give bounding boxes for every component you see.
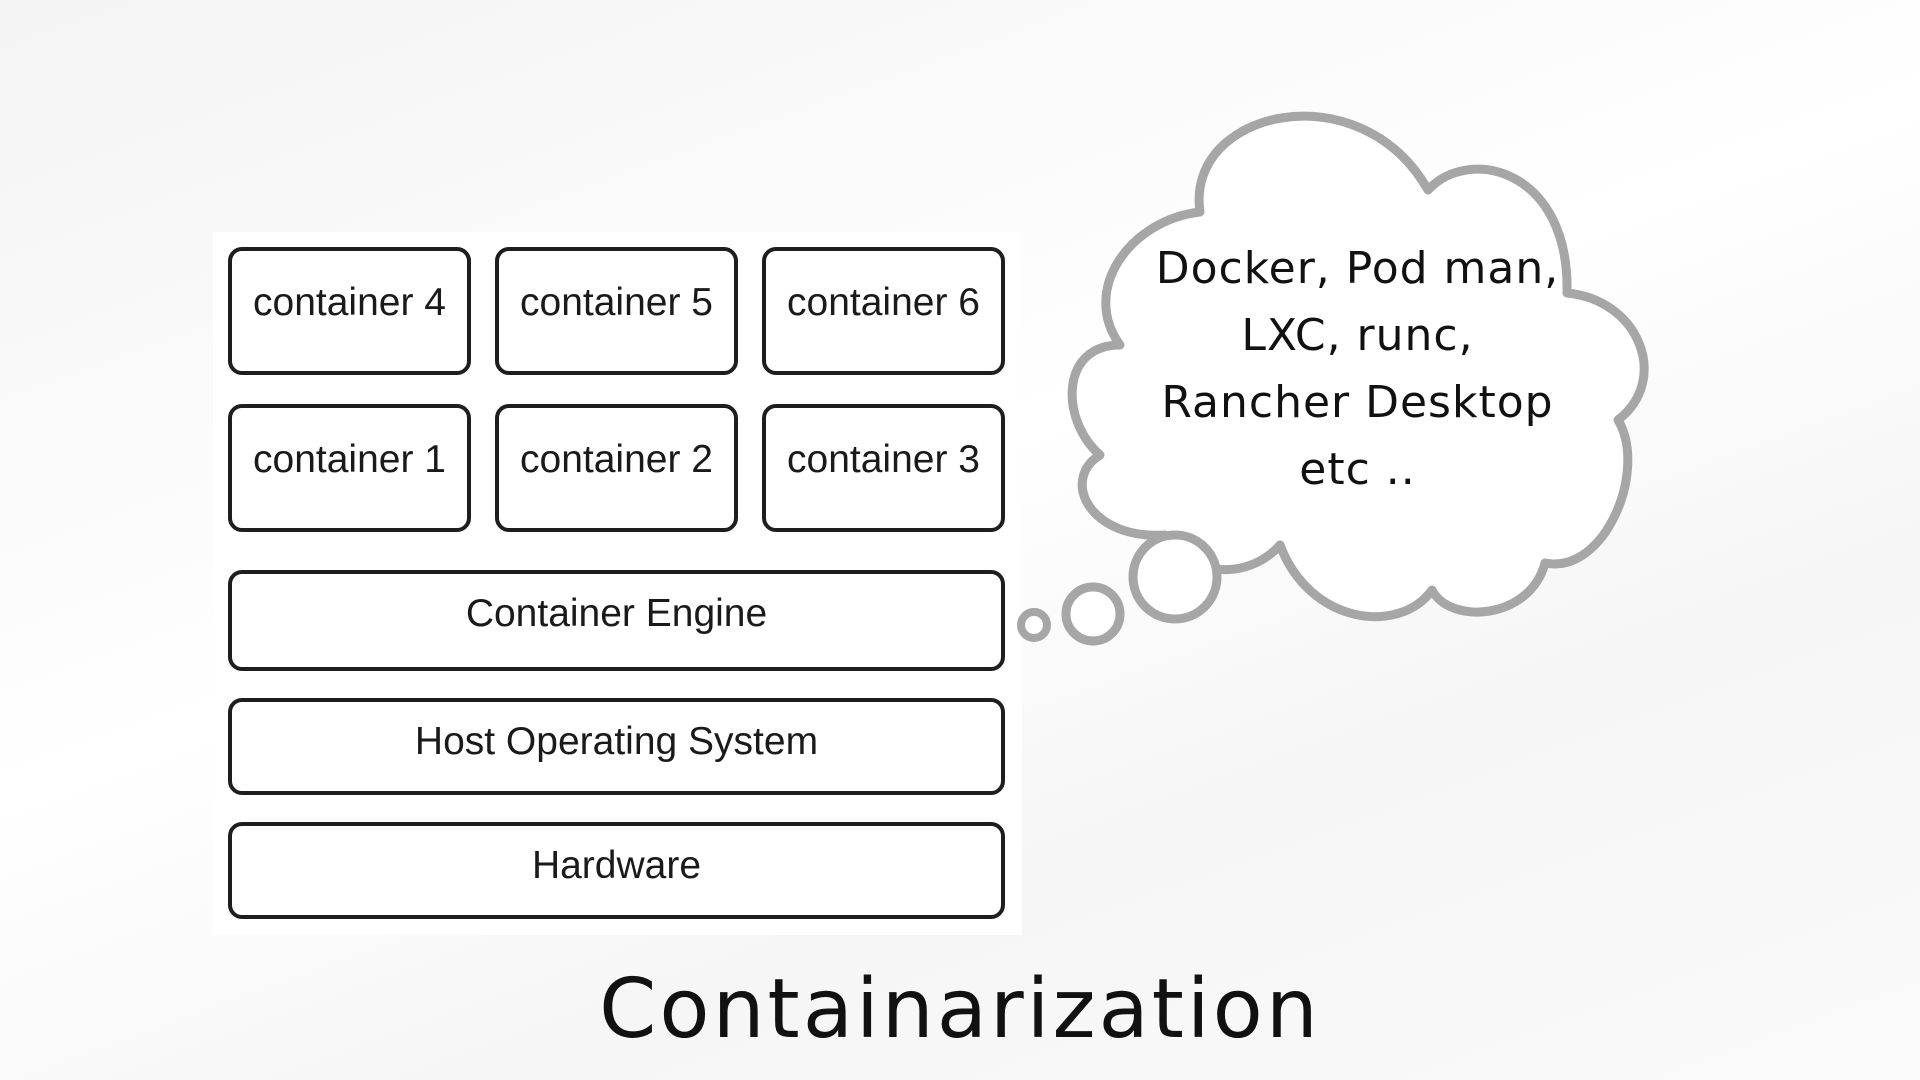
thought-line-1: Docker, Pod man, [1155, 243, 1560, 294]
container-4-label: container 4 [253, 281, 446, 324]
container-2-box: container 2 [495, 404, 738, 532]
thought-line-2: LXC, runc, [1241, 310, 1474, 361]
container-2-label: container 2 [520, 438, 713, 481]
host-os-layer: Host Operating System [228, 698, 1005, 795]
thought-bubble-large [1128, 530, 1222, 624]
container-5-label: container 5 [520, 281, 713, 324]
thought-bubble-text: Docker, Pod man, LXC, runc, Rancher Desk… [1130, 235, 1585, 503]
hardware-layer: Hardware [228, 822, 1005, 919]
container-4-box: container 4 [228, 247, 471, 375]
container-engine-label: Container Engine [465, 592, 768, 635]
container-engine-layer: Container Engine [228, 570, 1005, 671]
container-6-label: container 6 [787, 281, 980, 324]
container-6-box: container 6 [762, 247, 1005, 375]
hardware-label: Hardware [531, 844, 702, 887]
thought-bubble-medium [1061, 582, 1125, 646]
container-3-label: container 3 [787, 438, 980, 481]
container-5-box: container 5 [495, 247, 738, 375]
host-os-label: Host Operating System [414, 720, 819, 763]
thought-line-3: Rancher Desktop [1161, 377, 1554, 428]
container-1-box: container 1 [228, 404, 471, 532]
page-title: Containarization [599, 962, 1321, 1057]
thought-line-4: etc .. [1299, 444, 1416, 495]
container-3-box: container 3 [762, 404, 1005, 532]
thought-bubble-small [1017, 608, 1051, 642]
container-1-label: container 1 [253, 438, 446, 481]
